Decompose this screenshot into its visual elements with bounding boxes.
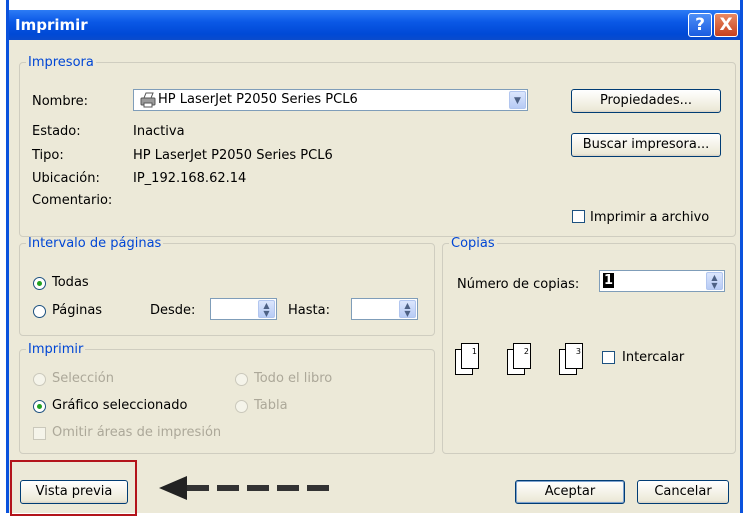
print-to-file-label: Imprimir a archivo xyxy=(590,210,710,225)
table-radio[interactable] xyxy=(235,400,248,413)
location-label: Ubicación: xyxy=(32,171,100,186)
preview-button[interactable]: Vista previa xyxy=(20,480,128,504)
find-printer-button[interactable]: Buscar impresora... xyxy=(571,133,721,157)
chevron-down-icon[interactable]: ▼ xyxy=(509,91,526,109)
cancel-button[interactable]: Cancelar xyxy=(637,480,729,504)
all-pages-label: Todas xyxy=(52,275,89,290)
window-top-edge xyxy=(9,0,740,10)
print-dialog: Imprimir ? X Impresora Nombre: HP LaserJ… xyxy=(6,0,743,516)
all-pages-radio[interactable] xyxy=(33,277,46,290)
collate-checkbox[interactable] xyxy=(602,351,615,364)
find-printer-button-label: Buscar impresora... xyxy=(582,137,710,152)
to-page-spinner[interactable]: ▲ ▼ xyxy=(351,298,418,320)
title-bar: Imprimir ? X xyxy=(9,10,740,40)
selection-radio[interactable] xyxy=(33,373,46,386)
printer-name-select[interactable]: HP LaserJet P2050 Series PCL6 ▼ xyxy=(133,89,528,111)
type-label: Tipo: xyxy=(32,148,64,163)
ok-button-label: Aceptar xyxy=(544,484,596,499)
status-label: Estado: xyxy=(32,124,81,139)
copies-legend: Copias xyxy=(451,236,495,251)
help-button[interactable]: ? xyxy=(688,13,712,37)
properties-button[interactable]: Propiedades... xyxy=(571,89,721,113)
from-label: Desde: xyxy=(150,303,196,318)
collate-label: Intercalar xyxy=(622,350,685,365)
printer-group-legend: Impresora xyxy=(28,55,94,70)
status-value: Inactiva xyxy=(133,124,185,139)
window-title: Imprimir xyxy=(15,16,88,34)
workbook-label: Todo el libro xyxy=(254,371,333,386)
print-to-file-checkbox[interactable] xyxy=(572,210,585,223)
spinner-arrows-icon[interactable]: ▲ ▼ xyxy=(706,272,723,290)
workbook-radio[interactable] xyxy=(235,373,248,386)
cancel-button-label: Cancelar xyxy=(654,484,712,499)
spinner-arrows-icon[interactable]: ▲ ▼ xyxy=(399,300,416,318)
spinner-arrows-icon[interactable]: ▲ ▼ xyxy=(258,300,275,318)
properties-button-label: Propiedades... xyxy=(599,93,693,108)
copies-count-value: 1 xyxy=(603,273,615,288)
close-button[interactable]: X xyxy=(714,13,738,37)
location-value: IP_192.168.62.14 xyxy=(133,171,247,186)
pages-label: Páginas xyxy=(52,303,103,318)
chart-radio[interactable] xyxy=(33,400,46,413)
ignore-print-areas-label: Omitir áreas de impresión xyxy=(52,425,222,440)
selection-label: Selección xyxy=(52,371,114,386)
pages-radio[interactable] xyxy=(33,305,46,318)
ignore-print-areas-checkbox[interactable] xyxy=(33,427,46,440)
copies-spinner[interactable]: 1 ▲ ▼ xyxy=(599,270,725,292)
to-label: Hasta: xyxy=(288,303,330,318)
printer-icon xyxy=(139,92,157,108)
preview-button-label: Vista previa xyxy=(35,484,113,499)
from-page-spinner[interactable]: ▲ ▼ xyxy=(210,298,277,320)
print-what-legend: Imprimir xyxy=(28,342,84,357)
comment-label: Comentario: xyxy=(32,193,113,208)
copies-count-label: Número de copias: xyxy=(457,277,580,292)
table-label: Tabla xyxy=(254,398,288,413)
collate-pages-icon: 1 2 3 xyxy=(455,339,595,379)
ok-button[interactable]: Aceptar xyxy=(515,480,625,504)
printer-name-label: Nombre: xyxy=(32,94,89,109)
type-value: HP LaserJet P2050 Series PCL6 xyxy=(133,148,333,163)
printer-name-value: HP LaserJet P2050 Series PCL6 xyxy=(158,92,358,107)
page-range-legend: Intervalo de páginas xyxy=(28,236,162,251)
chart-label: Gráfico seleccionado xyxy=(52,398,188,413)
arrow-left-icon xyxy=(159,476,329,500)
